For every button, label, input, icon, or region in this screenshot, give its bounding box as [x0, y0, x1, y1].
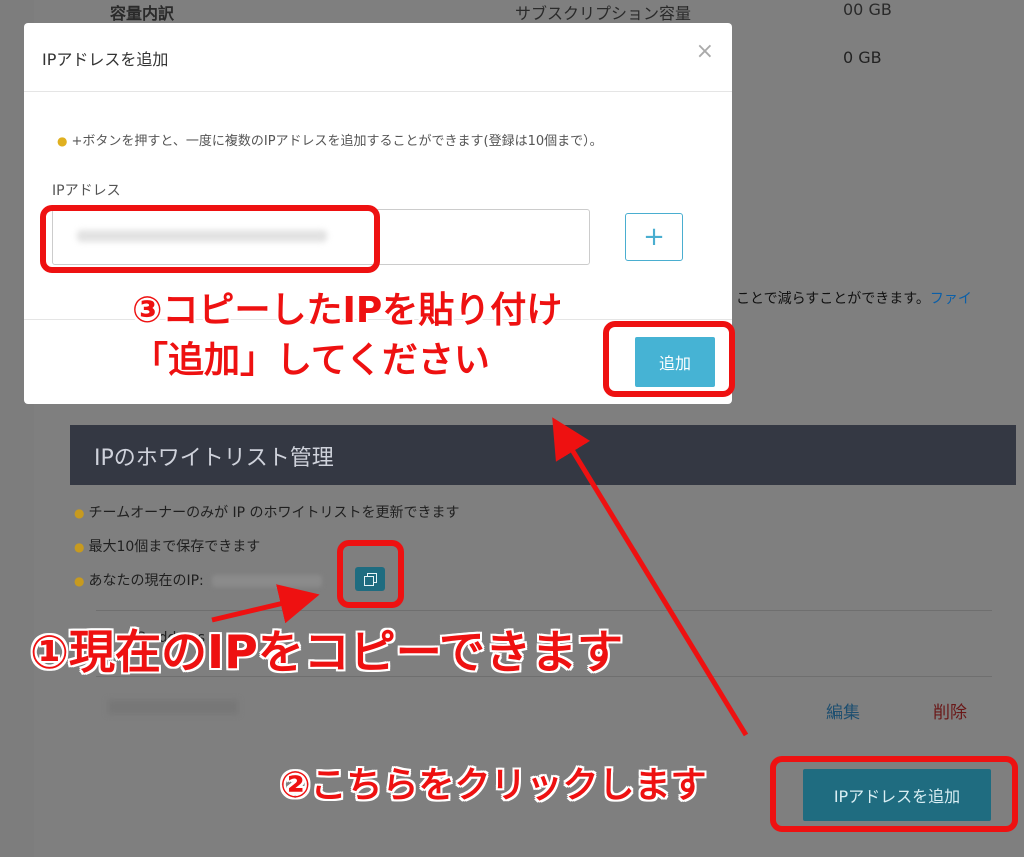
annotation-step2: ②こちらをクリックします — [280, 765, 707, 806]
annotation-step3-line1: ③コピーしたIPを貼り付け — [132, 290, 563, 331]
arrow-to-copy-button — [211, 584, 320, 624]
annotation-step3-line2: 「追加」してください — [132, 340, 490, 381]
annotation-arrows — [211, 417, 749, 737]
arrow-to-modal — [552, 417, 749, 737]
annotation-step1: ①現在のIPをコピーできます — [30, 625, 624, 679]
